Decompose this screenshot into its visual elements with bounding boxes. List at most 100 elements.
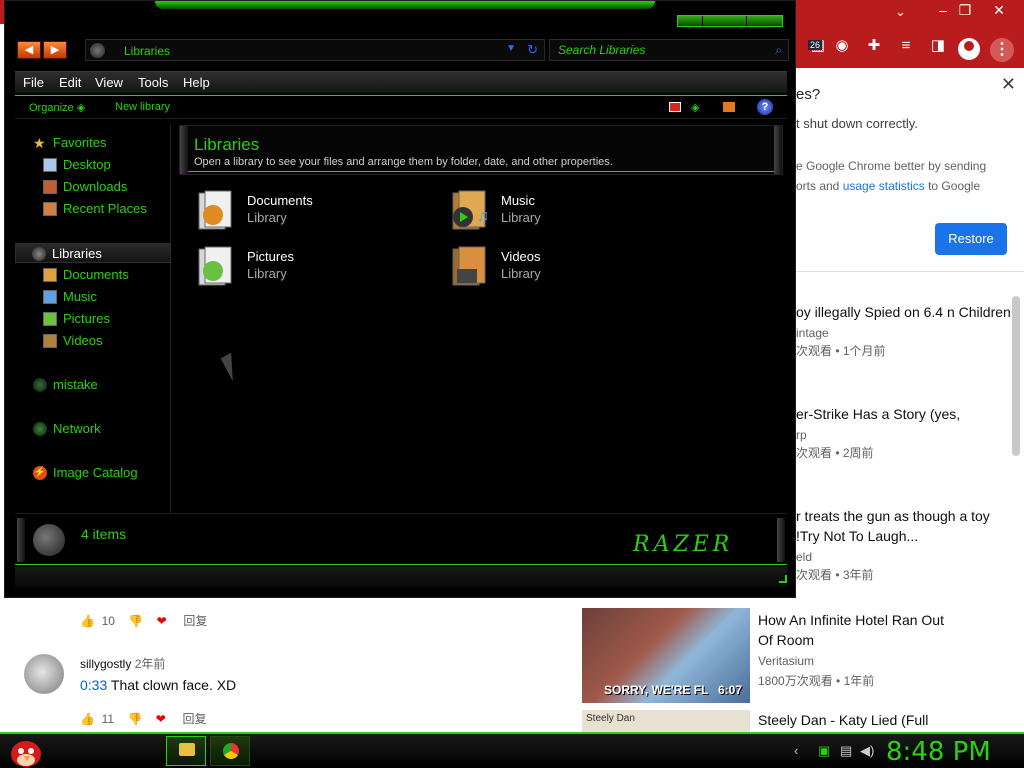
dislike-icon[interactable]: 👎: [127, 712, 142, 726]
chrome-icon: [223, 743, 239, 759]
menu-tools[interactable]: Tools: [138, 75, 168, 90]
sidebar-item-network[interactable]: Network: [15, 419, 171, 439]
new-library-button[interactable]: New library: [115, 101, 170, 113]
svg-text:♫: ♫: [477, 208, 489, 225]
pictures-icon: [43, 312, 57, 326]
sidebar-item-favorites[interactable]: ★ Favorites: [15, 133, 171, 153]
comment-actions: 👍 11 👎 ❤ 回复: [80, 710, 207, 727]
search-box[interactable]: ⌕: [549, 39, 789, 61]
video-thumbnail[interactable]: Steely Dan: [582, 710, 750, 732]
side-panel-icon[interactable]: ◨: [926, 34, 950, 58]
sidebar-item-documents[interactable]: Documents: [15, 265, 171, 285]
music-icon: [43, 290, 57, 304]
like-icon[interactable]: 👍: [80, 712, 95, 726]
related-video-title[interactable]: Steely Dan - Katy Lied (Full: [758, 712, 928, 728]
profile-avatar[interactable]: [958, 38, 980, 60]
sidebar-item-desktop[interactable]: Desktop: [15, 155, 171, 175]
battery-icon[interactable]: ▣: [818, 743, 830, 759]
resize-grip[interactable]: [779, 575, 787, 583]
popup-close-icon[interactable]: ✕: [1001, 74, 1016, 95]
sidebar-item-videos[interactable]: Videos: [15, 331, 171, 351]
reply-button[interactable]: 回复: [182, 710, 206, 727]
sidebar-item-libraries[interactable]: Libraries: [15, 243, 171, 263]
restore-button[interactable]: Restore: [935, 223, 1007, 255]
explorer-taskbar-button[interactable]: [166, 736, 206, 766]
menu-help[interactable]: Help: [183, 75, 210, 90]
page-scrollbar[interactable]: [1012, 296, 1020, 456]
tab-search-chevron-icon[interactable]: ⌄: [895, 4, 906, 20]
media-queue-icon[interactable]: ≡: [894, 34, 918, 58]
extension-icon-2[interactable]: ◉: [830, 34, 854, 58]
network-icon[interactable]: ▤: [840, 743, 852, 759]
video-thumbnail[interactable]: SORRY, WE'RE FL 6:07: [582, 608, 750, 703]
library-music[interactable]: ♫ Music Library: [451, 189, 651, 235]
reply-button[interactable]: 回复: [183, 612, 207, 629]
close-window-icon[interactable]: ✕: [984, 0, 1014, 20]
video-item[interactable]: oy illegally Spied on 6.4 n Children int…: [796, 302, 1016, 359]
comment-text: 0:33 That clown face. XD: [80, 677, 237, 693]
popup-line: t shut down correctly.: [796, 116, 918, 131]
organize-button[interactable]: Organize ◈: [29, 101, 85, 114]
menu-file[interactable]: File: [23, 75, 44, 90]
sidebar-item-pictures[interactable]: Pictures: [15, 309, 171, 329]
sidebar-item-downloads[interactable]: Downloads: [15, 177, 171, 197]
view-dropdown-icon[interactable]: ◈: [691, 101, 699, 114]
taskbar-clock[interactable]: 8:48 PM: [886, 737, 991, 767]
volume-icon[interactable]: ◀): [860, 743, 874, 759]
item-count: 4 items: [81, 526, 127, 542]
sidebar-item-image-catalog[interactable]: ⚡ Image Catalog: [15, 463, 171, 483]
sidebar-item-mistake[interactable]: mistake: [15, 375, 171, 395]
puzzle-icon[interactable]: ✚: [862, 34, 886, 58]
like-icon[interactable]: 👍: [80, 614, 95, 628]
sidebar-item-music[interactable]: Music: [15, 287, 171, 307]
address-dropdown-icon[interactable]: ▼: [506, 43, 516, 54]
preview-pane-icon[interactable]: [723, 102, 735, 112]
documents-library-icon: [198, 190, 232, 230]
library-videos[interactable]: Videos Library: [451, 245, 651, 291]
documents-icon: [43, 268, 57, 282]
libraries-globe-icon: [33, 524, 65, 556]
related-video-title[interactable]: How An Infinite Hotel Ran Out Of Room: [758, 610, 958, 650]
library-pictures[interactable]: Pictures Library: [197, 245, 397, 291]
avatar[interactable]: [24, 654, 64, 694]
refresh-icon[interactable]: ↻: [527, 42, 538, 58]
search-input[interactable]: [558, 43, 758, 57]
star-icon: ★: [33, 135, 46, 151]
related-video-channel[interactable]: Veritasium: [758, 654, 814, 668]
desktop-icon: [43, 158, 57, 172]
menu-edit[interactable]: Edit: [59, 75, 81, 90]
comment-timestamp-link[interactable]: 0:33: [80, 677, 107, 693]
pictures-library-icon: [198, 246, 232, 286]
navigation-pane: ★ Favorites Desktop Downloads Recent Pla…: [15, 123, 171, 513]
dislike-icon[interactable]: 👎: [128, 614, 143, 628]
address-bar[interactable]: Libraries ▼ ↻: [85, 39, 545, 61]
tray-chevron-icon[interactable]: ‹: [794, 743, 798, 758]
help-icon[interactable]: ?: [757, 99, 773, 115]
restore-window-icon[interactable]: ❐: [950, 0, 980, 20]
duration-badge: 6:07: [718, 683, 743, 697]
kebab-menu-icon[interactable]: ⋮: [990, 38, 1014, 62]
title-glow: [155, 1, 655, 9]
sidebar-item-recent-places[interactable]: Recent Places: [15, 199, 171, 219]
chrome-taskbar-button[interactable]: [210, 736, 250, 766]
window-controls[interactable]: [677, 15, 783, 27]
back-arrow-icon[interactable]: ◀: [17, 41, 41, 59]
start-button[interactable]: [8, 736, 44, 768]
forward-arrow-icon[interactable]: ▶: [43, 41, 67, 59]
usage-statistics-link[interactable]: usage statistics: [843, 179, 925, 193]
recent-places-icon: [43, 202, 57, 216]
comment-author[interactable]: sillygostly 2年前: [80, 655, 165, 672]
popup-body: e Google Chrome better by sending orts a…: [796, 159, 987, 193]
view-options-icon[interactable]: [669, 102, 681, 112]
video-item[interactable]: r treats the gun as though a toy !Try No…: [796, 506, 1016, 583]
creator-heart-icon: ❤: [155, 711, 166, 726]
video-item[interactable]: er-Strike Has a Story (yes, rp 次观看 • 2周前: [796, 404, 1016, 461]
videos-icon: [43, 334, 57, 348]
search-icon[interactable]: ⌕: [775, 43, 782, 58]
command-bar: Organize ◈ New library ◈ ?: [15, 95, 787, 119]
related-video-meta: 1800万次观看 • 1年前: [758, 674, 875, 688]
menu-view[interactable]: View: [95, 75, 123, 90]
comment-actions: 👍 10 👎 ❤ 回复: [80, 612, 208, 629]
library-documents[interactable]: Documents Library: [197, 189, 397, 235]
folder-icon: [179, 743, 195, 756]
